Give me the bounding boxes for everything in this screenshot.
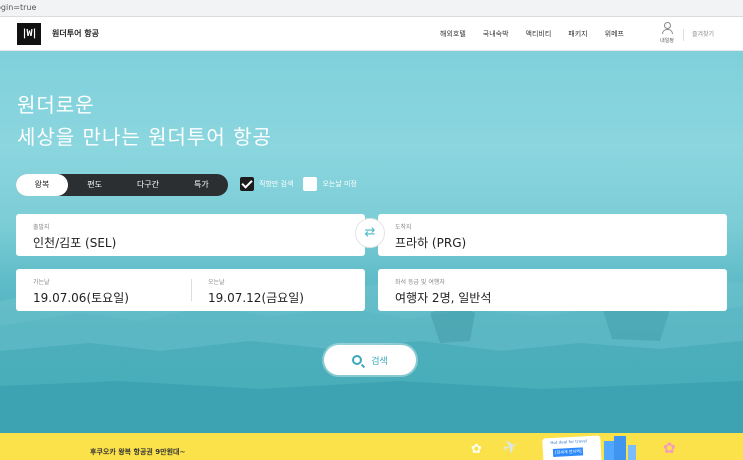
headline-line-1: 원더로운 bbox=[17, 93, 95, 117]
tab-one-way[interactable]: 편도 bbox=[68, 174, 121, 196]
my-schedule-button[interactable]: 내일정 bbox=[656, 21, 678, 49]
trip-type-selector: 왕복 편도 다구간 특가 bbox=[16, 174, 228, 196]
direct-only-label[interactable]: 직항만 검색 bbox=[259, 179, 293, 189]
nav-link-overseas-hotel[interactable]: 해외호텔 bbox=[440, 29, 466, 39]
departure-value: 인천/김포 (SEL) bbox=[33, 236, 117, 250]
arrival-label: 도착지 bbox=[395, 224, 412, 231]
swap-arrows-icon[interactable]: ⇄ bbox=[355, 218, 385, 248]
promo-banner[interactable]: 후쿠오카 왕복 항공권 9만원대~ ✿ ✈ Hot deal for trave… bbox=[0, 433, 743, 460]
search-icon bbox=[352, 355, 363, 365]
search-options: 직항만 검색 오는날 미정 bbox=[240, 177, 367, 191]
return-undecided-label[interactable]: 오는날 미정 bbox=[322, 179, 356, 189]
hero-search-section: 원더로운 세상을 만나는 원더투어 항공 왕복 편도 다구간 특가 직항만 검색… bbox=[0, 51, 743, 433]
building-illustration bbox=[614, 436, 626, 460]
logo-icon[interactable]: |W| bbox=[17, 23, 41, 45]
direct-only-checkbox[interactable] bbox=[240, 177, 254, 191]
brand-name[interactable]: 원더투어 항공 bbox=[52, 28, 99, 39]
hero-headline: 원더로운 세상을 만나는 원더투어 항공 bbox=[17, 89, 272, 153]
flower-icon: ✿ bbox=[663, 439, 676, 457]
depart-date-label: 가는날 bbox=[33, 279, 50, 286]
my-schedule-label: 내일정 bbox=[660, 38, 674, 44]
building-illustration bbox=[604, 441, 614, 460]
date-divider bbox=[191, 279, 192, 301]
airplane-icon: ✈ bbox=[499, 435, 522, 460]
browser-url-bar[interactable]: ogin=true bbox=[0, 0, 743, 17]
person-icon bbox=[660, 21, 674, 35]
tab-multi-city[interactable]: 다구간 bbox=[121, 174, 174, 196]
tab-special-deal[interactable]: 특가 bbox=[175, 174, 228, 196]
flower-icon: ✿ bbox=[471, 442, 482, 457]
nav-links: 해외호텔 국내숙박 액티비티 패키지 위메프 bbox=[440, 29, 641, 39]
nav-link-wemakeprice[interactable]: 위메프 bbox=[605, 29, 624, 39]
ticket-illustration: Hot deal for travel [전세계 전지역] bbox=[542, 435, 602, 460]
divider bbox=[683, 29, 684, 41]
arrival-field[interactable]: 도착지 프라하 (PRG) bbox=[378, 214, 727, 256]
url-text: ogin=true bbox=[0, 3, 37, 12]
passengers-field[interactable]: 좌석 등급 및 여행자 여행자 2명, 일반석 bbox=[378, 269, 727, 311]
passengers-label: 좌석 등급 및 여행자 bbox=[395, 279, 445, 286]
departure-label: 출발지 bbox=[33, 224, 50, 231]
nav-link-package[interactable]: 패키지 bbox=[568, 29, 587, 39]
departure-field[interactable]: 출발지 인천/김포 (SEL) bbox=[16, 214, 365, 256]
return-undecided-checkbox[interactable] bbox=[303, 177, 318, 191]
headline-line-2: 세상을 만나는 원더투어 항공 bbox=[17, 125, 272, 149]
ticket-hot-deal-text: Hot deal for travel bbox=[550, 438, 588, 446]
arrival-value: 프라하 (PRG) bbox=[395, 236, 467, 250]
search-button-label: 검색 bbox=[371, 356, 388, 367]
date-field[interactable]: 가는날 19.07.06(토요일) 오는날 19.07.12(금요일) bbox=[16, 269, 365, 311]
ticket-worldwide-text: [전세계 전지역] bbox=[552, 447, 584, 457]
passengers-value: 여행자 2명, 일반석 bbox=[395, 291, 492, 305]
nav-link-activity[interactable]: 액티비티 bbox=[526, 29, 552, 39]
top-navigation: |W| 원더투어 항공 해외호텔 국내숙박 액티비티 패키지 위메프 내일정 즐… bbox=[0, 17, 743, 51]
return-date-value[interactable]: 19.07.12(금요일) bbox=[208, 289, 304, 306]
nav-link-domestic-stay[interactable]: 국내숙박 bbox=[483, 29, 509, 39]
promo-banner-text: 후쿠오카 왕복 항공권 9만원대~ bbox=[90, 448, 186, 456]
building-illustration bbox=[628, 445, 636, 460]
favorites-link[interactable]: 즐겨찾기 bbox=[692, 29, 714, 38]
tab-round-trip[interactable]: 왕복 bbox=[16, 174, 68, 196]
search-button[interactable]: 검색 bbox=[324, 345, 416, 375]
return-date-label: 오는날 bbox=[208, 279, 225, 286]
depart-date-value[interactable]: 19.07.06(토요일) bbox=[33, 289, 129, 306]
